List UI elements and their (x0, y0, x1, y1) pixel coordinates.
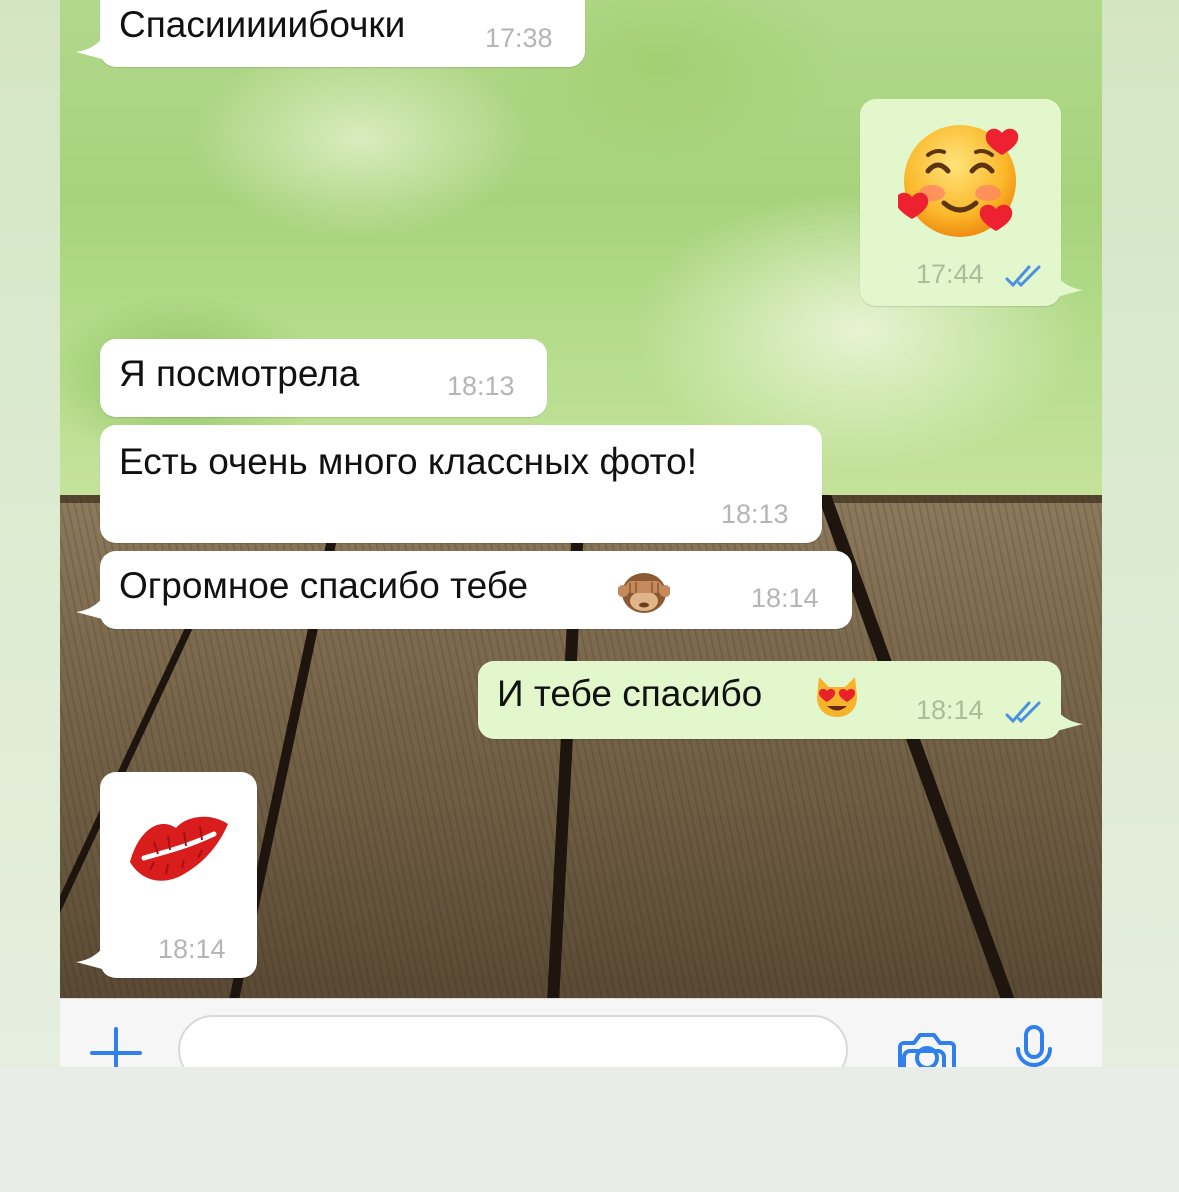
message-text: Есть очень много классных фото! (119, 441, 698, 482)
screenshot-margin-left (0, 0, 60, 1192)
message-bubble-incoming[interactable]: Спасииииибочки 17:38 (100, 0, 585, 67)
bubble-tail (1053, 272, 1083, 298)
message-timestamp: 18:14 (751, 583, 819, 613)
chat-screen: Спасииииибочки 17:38 17:44 Я посмотрела … (60, 0, 1102, 1066)
message-text: И тебе спасибо (497, 673, 763, 714)
message-input-bar (60, 998, 1102, 1067)
message-text: Спасииииибочки (119, 4, 406, 45)
message-text: Я посмотрела (119, 353, 360, 394)
kiss-mark-emoji-icon (130, 816, 228, 881)
bubble-tail (76, 34, 106, 60)
bubble-tail (76, 944, 106, 970)
smiling-face-with-hearts-emoji-icon (898, 125, 1019, 237)
message-timestamp: 18:14 (916, 695, 984, 725)
message-bubble-incoming[interactable]: Есть очень много классных фото! 18:13 (100, 425, 822, 543)
message-bubble-incoming[interactable]: Огромное спасибо тебе 18:14 (100, 551, 852, 629)
message-timestamp: 17:38 (485, 23, 553, 53)
heart-eyes-cat-emoji-icon (817, 677, 857, 717)
message-input[interactable] (178, 1015, 946, 1067)
message-bubble-incoming[interactable]: Я посмотрела 18:13 (100, 339, 547, 417)
read-receipt-icon (1005, 265, 1041, 288)
message-timestamp: 18:13 (721, 499, 789, 529)
screenshot-margin-right (1102, 0, 1179, 1192)
microphone-icon[interactable] (1015, 1025, 1053, 1067)
message-bubble-outgoing[interactable]: И тебе спасибо 18:14 (478, 661, 1061, 739)
message-timestamp: 18:13 (447, 371, 515, 401)
screenshot-margin-bottom (0, 1066, 1179, 1192)
message-bubble-outgoing[interactable]: 17:44 (860, 99, 1061, 306)
message-bubble-incoming[interactable]: 18:14 (100, 772, 257, 978)
read-receipt-icon (1005, 701, 1041, 724)
bubble-tail (1053, 706, 1083, 732)
message-timestamp: 18:14 (158, 934, 226, 964)
see-no-evil-monkey-emoji-icon (618, 573, 670, 613)
message-timestamp: 17:44 (916, 259, 984, 289)
bubble-tail (76, 594, 106, 620)
message-text: Огромное спасибо тебе (119, 565, 529, 606)
plus-icon[interactable] (90, 1027, 142, 1067)
camera-icon[interactable] (898, 1029, 956, 1067)
